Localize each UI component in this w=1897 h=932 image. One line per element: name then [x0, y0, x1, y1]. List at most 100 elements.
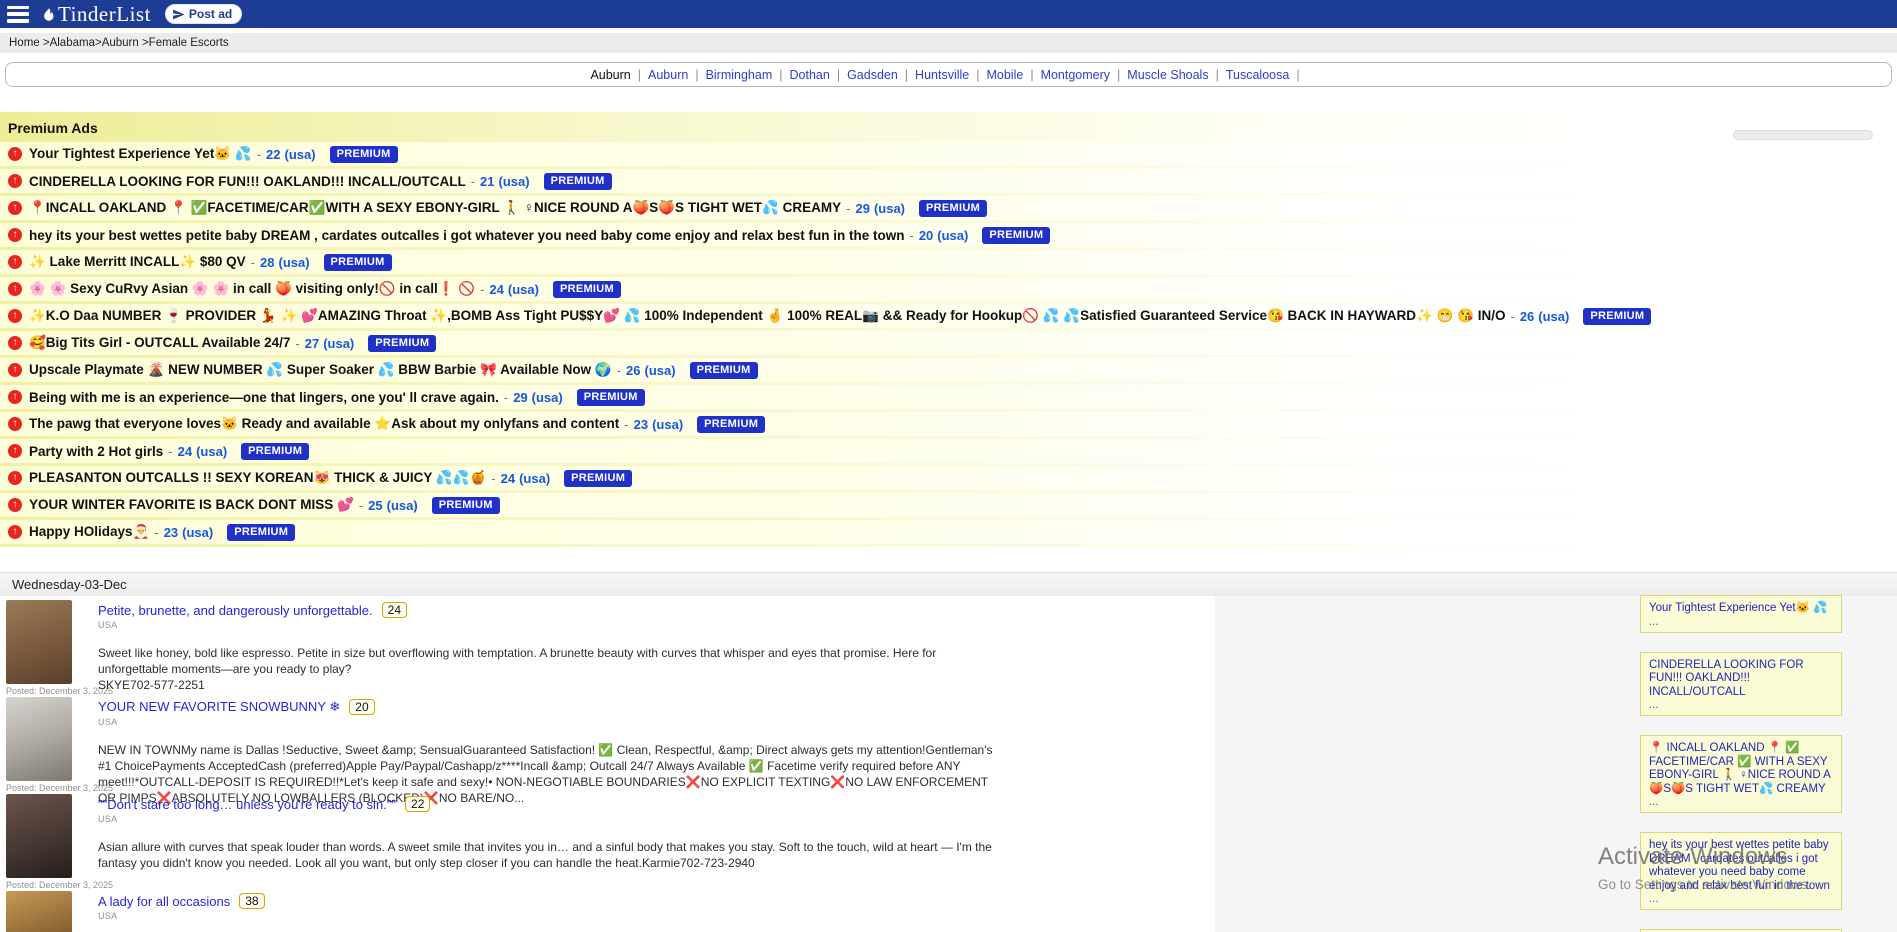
premium-ad-row[interactable]: ↑ ✨K.O Daa NUMBER 🍷 PROVIDER 💃 ✨ 💕AMAZIN…: [0, 304, 1645, 328]
premium-ad-row[interactable]: ↑ ✨ Lake Merritt INCALL✨ $80 QV - 28 (us…: [0, 250, 1645, 274]
listing-country: USA: [98, 911, 1118, 921]
listing-body: ""Don't stare too long… unless you're re…: [98, 796, 1118, 871]
listing-body: YOUR NEW FAVORITE SNOWBUNNY ❄ 20 USA NEW…: [98, 699, 1118, 806]
listing-thumb-column: Posted: December 3, 2025: [6, 891, 76, 932]
listing-posted-date: Posted: December 3, 2025: [6, 783, 76, 793]
city-link[interactable]: Birmingham: [706, 68, 773, 82]
listing-title-link[interactable]: Petite, brunette, and dangerously unforg…: [98, 603, 373, 618]
premium-badge[interactable]: PREMIUM: [368, 335, 436, 352]
premium-ad-title[interactable]: PLEASANTON OUTCALLS !! SEXY KOREAN😻 THIC…: [29, 470, 486, 486]
premium-ad-title[interactable]: Happy HOlidays🎅: [29, 524, 149, 540]
premium-ad-title[interactable]: Your Tightest Experience Yet🐱 💦: [29, 146, 252, 162]
premium-ad-row[interactable]: ↑ Your Tightest Experience Yet🐱 💦 - 22 (…: [0, 142, 1645, 166]
premium-ad-dash: -: [1510, 309, 1514, 324]
premium-ad-title[interactable]: Upscale Playmate 🌋 NEW NUMBER 💦 Super So…: [29, 362, 612, 378]
premium-ad-row[interactable]: ↑ Upscale Playmate 🌋 NEW NUMBER 💦 Super …: [0, 358, 1645, 382]
premium-ad-age: 29: [855, 201, 869, 216]
premium-ad-row[interactable]: ↑ Happy HOlidays🎅 - 23 (usa) PREMIUM: [0, 520, 1645, 544]
premium-ad-row[interactable]: ↑ PLEASANTON OUTCALLS !! SEXY KOREAN😻 TH…: [0, 466, 1645, 490]
city-link[interactable]: Auburn: [648, 68, 688, 82]
premium-badge[interactable]: PREMIUM: [241, 443, 309, 460]
premium-badge[interactable]: PREMIUM: [544, 173, 612, 190]
premium-ad-row[interactable]: ↑ hey its your best wettes petite baby D…: [0, 223, 1645, 247]
city-link[interactable]: Montgomery: [1041, 68, 1110, 82]
city-link[interactable]: Huntsville: [915, 68, 969, 82]
premium-ad-row[interactable]: ↑ CINDERELLA LOOKING FOR FUN!!! OAKLAND!…: [0, 169, 1645, 193]
premium-ad-row[interactable]: ↑ Party with 2 Hot girls - 24 (usa) PREM…: [0, 439, 1645, 463]
premium-ad-row[interactable]: ↑ YOUR WINTER FAVORITE IS BACK DONT MISS…: [0, 493, 1645, 517]
listing-title-row: YOUR NEW FAVORITE SNOWBUNNY ❄ 20: [98, 699, 1118, 715]
listing-thumbnail[interactable]: [6, 891, 72, 932]
premium-ad-title[interactable]: CINDERELLA LOOKING FOR FUN!!! OAKLAND!!!…: [29, 174, 466, 189]
arrow-up-circle-icon: ↑: [8, 498, 22, 512]
breadcrumb-bar: Home >Alabama>Auburn >Female Escorts: [0, 33, 1897, 53]
premium-ad-title[interactable]: 🌸 🌸 Sexy CuRvy Asian 🌸 🌸 in call 🍑 visit…: [29, 281, 475, 297]
listing-posted-date: Posted: December 3, 2025: [6, 686, 76, 696]
premium-ad-age: 22: [266, 147, 280, 162]
listing-thumbnail[interactable]: [6, 600, 72, 684]
city-separator: |: [1117, 68, 1120, 82]
city-link[interactable]: Gadsden: [847, 68, 898, 82]
premium-ad-row[interactable]: ↑ The pawg that everyone loves🐱 Ready an…: [0, 412, 1645, 436]
post-ad-button[interactable]: Post ad: [165, 4, 242, 24]
premium-ad-row[interactable]: ↑ 📍INCALL OAKLAND 📍 ✅FACETIME/CAR✅WITH A…: [0, 196, 1645, 220]
premium-badge[interactable]: PREMIUM: [564, 470, 632, 487]
premium-ad-title[interactable]: 📍INCALL OAKLAND 📍 ✅FACETIME/CAR✅WITH A S…: [29, 200, 841, 216]
premium-ad-title[interactable]: hey its your best wettes petite baby DRE…: [29, 228, 904, 243]
sidebar-ad-link[interactable]: Your Tightest Experience Yet🐱 💦: [1649, 602, 1833, 616]
breadcrumb[interactable]: Home >Alabama>Auburn >Female Escorts: [9, 37, 229, 49]
scrollbar-thumb[interactable]: [1733, 130, 1873, 140]
listing-description: Sweet like honey, bold like espresso. Pe…: [98, 645, 1003, 677]
sidebar-ad-link[interactable]: 📍 INCALL OAKLAND 📍 ✅ FACETIME/CAR ✅ WITH…: [1649, 742, 1833, 796]
listing-thumbnail[interactable]: [6, 697, 72, 781]
premium-ad-title[interactable]: ✨K.O Daa NUMBER 🍷 PROVIDER 💃 ✨ 💕AMAZING …: [29, 308, 1505, 324]
premium-badge[interactable]: PREMIUM: [690, 362, 758, 379]
premium-badge[interactable]: PREMIUM: [919, 200, 987, 217]
premium-badge[interactable]: PREMIUM: [577, 389, 645, 406]
premium-badge[interactable]: PREMIUM: [330, 146, 398, 163]
listing-title-row: Petite, brunette, and dangerously unforg…: [98, 602, 1118, 618]
premium-ad-title[interactable]: The pawg that everyone loves🐱 Ready and …: [29, 416, 619, 432]
premium-badge[interactable]: PREMIUM: [553, 281, 621, 298]
premium-ad-dash: -: [504, 390, 508, 405]
premium-ad-row[interactable]: ↑ 🥰Big Tits Girl - OUTCALL Available 24/…: [0, 331, 1645, 355]
premium-ad-title[interactable]: ✨ Lake Merritt INCALL✨ $80 QV: [29, 254, 246, 270]
premium-badge[interactable]: PREMIUM: [697, 416, 765, 433]
site-logo[interactable]: TinderList: [41, 2, 151, 27]
premium-ad-title[interactable]: Party with 2 Hot girls: [29, 444, 163, 459]
premium-ad-dash: -: [617, 363, 621, 378]
logo-text: TinderList: [58, 2, 151, 27]
premium-badge[interactable]: PREMIUM: [982, 227, 1050, 244]
premium-ad-location: (usa): [645, 363, 676, 378]
listing-row: Posted: December 3, 2025 A lady for all …: [6, 891, 1206, 932]
arrow-up-circle-icon: ↑: [8, 363, 22, 377]
sidebar-ad-link[interactable]: CINDERELLA LOOKING FOR FUN!!! OAKLAND!!!…: [1649, 659, 1833, 700]
city-link[interactable]: Muscle Shoals: [1127, 68, 1208, 82]
premium-ad-title[interactable]: 🥰Big Tits Girl - OUTCALL Available 24/7: [29, 335, 290, 351]
city-link[interactable]: Dothan: [790, 68, 830, 82]
listing-title-link[interactable]: YOUR NEW FAVORITE SNOWBUNNY ❄: [98, 699, 340, 715]
listing-description: Asian allure with curves that speak loud…: [98, 839, 1003, 871]
premium-ad-row[interactable]: ↑ Being with me is an experience—one tha…: [0, 385, 1645, 409]
premium-ad-title[interactable]: Being with me is an experience—one that …: [29, 390, 499, 405]
premium-badge[interactable]: PREMIUM: [324, 254, 392, 271]
arrow-up-circle-icon: ↑: [8, 147, 22, 161]
sidebar-ad-link[interactable]: hey its your best wettes petite baby DRE…: [1649, 839, 1833, 893]
city-link[interactable]: Mobile: [986, 68, 1023, 82]
premium-badge[interactable]: PREMIUM: [227, 524, 295, 541]
city-link[interactable]: Tuscaloosa: [1226, 68, 1289, 82]
premium-ad-title[interactable]: YOUR WINTER FAVORITE IS BACK DONT MISS 💕: [29, 497, 354, 513]
premium-ad-row[interactable]: ↑ 🌸 🌸 Sexy CuRvy Asian 🌸 🌸 in call 🍑 vis…: [0, 277, 1645, 301]
premium-badge[interactable]: PREMIUM: [432, 497, 500, 514]
city-link[interactable]: Auburn: [590, 68, 630, 82]
premium-ad-age: 24: [178, 444, 192, 459]
premium-ad-age: 25: [368, 498, 382, 513]
listing-title-link[interactable]: ""Don't stare too long… unless you're re…: [98, 797, 396, 812]
hamburger-menu-icon[interactable]: [7, 6, 29, 23]
listing-body: Petite, brunette, and dangerously unforg…: [98, 602, 1118, 693]
city-separator: |: [837, 68, 840, 82]
listing-title-link[interactable]: A lady for all occasions: [98, 894, 230, 909]
premium-badge[interactable]: PREMIUM: [1583, 308, 1651, 325]
listing-age-badge: 24: [382, 602, 407, 618]
listing-thumbnail[interactable]: [6, 794, 72, 878]
